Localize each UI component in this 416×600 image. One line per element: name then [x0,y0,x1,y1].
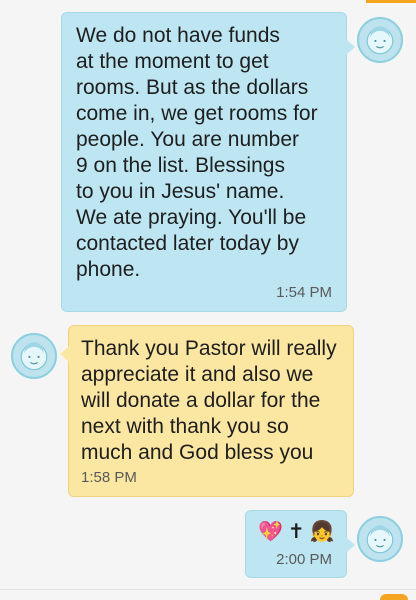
message-time: 1:54 PM [276,284,332,301]
top-accent-bar [366,0,416,3]
bubble-tail [346,537,355,553]
person-avatar-icon [366,26,394,55]
message-bubble-incoming-1[interactable]: Thank you Pastor will really appreciate … [60,325,354,497]
bottom-divider [0,589,416,600]
person-avatar-icon [366,525,394,554]
message-time: 1:58 PM [81,469,137,486]
bubble-tail [60,346,69,362]
girl-face-icon: 👧 [309,519,335,543]
latin-cross-icon: ✝ [287,519,305,543]
bottom-accent-tab [380,594,408,600]
person-avatar-icon [20,342,48,371]
message-time: 2:00 PM [276,551,332,568]
bubble-tail [346,39,355,55]
sparkling-heart-icon: 💖 [258,519,283,543]
avatar-outgoing-2[interactable] [357,516,403,562]
avatar-outgoing-1[interactable] [357,17,403,63]
message-text: We do not have funds at the moment to ge… [76,24,318,281]
message-text: Thank you Pastor will really appreciate … [81,337,337,464]
avatar-incoming[interactable] [11,333,57,379]
emoji-row: 💖 ✝ 👧 [258,520,335,542]
message-bubble-outgoing-2[interactable]: 💖 ✝ 👧 2:00 PM [245,510,355,578]
message-bubble-outgoing-1[interactable]: We do not have funds at the moment to ge… [61,12,355,312]
